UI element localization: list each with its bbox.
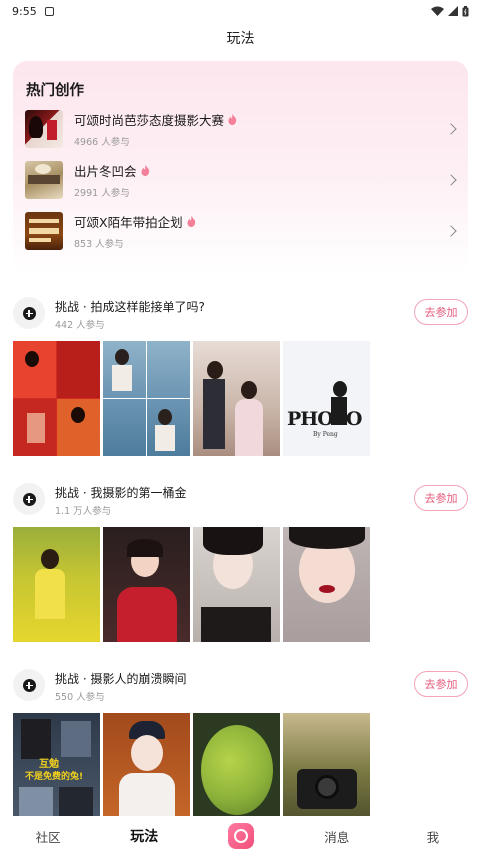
challenge-photo[interactable]: 互勉 不是免费的兔! bbox=[13, 713, 100, 828]
challenge-photo[interactable] bbox=[13, 341, 100, 456]
tab-play[interactable]: 玩法 bbox=[96, 826, 192, 846]
challenge-section: 挑战 · 拍成这样能接单了吗? 442 人参与 去参加 PHOTO By Pen… bbox=[13, 296, 468, 456]
page-title: 玩法 bbox=[226, 31, 255, 47]
photo-overlay-text: PHOTO bbox=[287, 408, 362, 430]
battery-icon bbox=[462, 5, 469, 16]
challenge-add-icon bbox=[13, 669, 45, 701]
hot-creations-title: 热门创作 bbox=[26, 83, 84, 99]
hot-item-thumbnail bbox=[25, 161, 63, 199]
tab-camera[interactable] bbox=[192, 823, 288, 849]
hot-item[interactable]: 可颂X陌年带拍企划 853 人参与 bbox=[25, 211, 457, 251]
challenge-add-icon bbox=[13, 297, 45, 329]
camera-icon bbox=[227, 823, 254, 849]
challenge-photo[interactable] bbox=[103, 341, 190, 456]
tab-me[interactable]: 我 bbox=[385, 827, 481, 846]
flame-icon bbox=[228, 114, 237, 125]
challenge-section: 挑战 · 摄影人的崩溃瞬间 550 人参与 去参加 互勉 不是免费的兔! bbox=[13, 668, 468, 828]
chevron-right-icon bbox=[445, 225, 457, 237]
join-button[interactable]: 去参加 bbox=[414, 671, 468, 697]
challenge-photo[interactable] bbox=[103, 713, 190, 828]
hot-item-thumbnail bbox=[25, 212, 63, 250]
status-icons bbox=[431, 5, 469, 17]
flame-icon bbox=[187, 216, 195, 227]
status-time: 9:55 bbox=[12, 4, 37, 18]
bottom-tab-bar: 社区 玩法 消息 我 bbox=[0, 816, 481, 856]
challenge-photo[interactable] bbox=[283, 527, 370, 642]
hot-item-name: 可颂X陌年带拍企划 bbox=[74, 215, 183, 230]
challenge-photo[interactable]: PHOTO By Peng bbox=[283, 341, 370, 456]
chevron-right-icon bbox=[445, 123, 457, 135]
hot-item-count: 2991 人参与 bbox=[74, 188, 130, 199]
challenge-count: 442 人参与 bbox=[55, 320, 105, 331]
status-bar: 9:55 bbox=[0, 0, 481, 22]
challenge-photo[interactable] bbox=[193, 527, 280, 642]
hot-item-count: 4966 人参与 bbox=[74, 137, 130, 148]
photo-overlay-text: 不是免费的兔! bbox=[25, 772, 84, 782]
hot-item-thumbnail bbox=[25, 110, 63, 148]
hot-item[interactable]: 可颂时尚芭莎态度摄影大赛 4966 人参与 bbox=[25, 109, 457, 149]
tab-messages[interactable]: 消息 bbox=[289, 827, 385, 846]
challenge-count: 1.1 万人参与 bbox=[55, 506, 112, 517]
join-button[interactable]: 去参加 bbox=[414, 299, 468, 325]
tab-community[interactable]: 社区 bbox=[0, 827, 96, 846]
hot-item-name: 出片冬凹会 bbox=[74, 164, 137, 179]
signal-icon bbox=[448, 6, 458, 16]
challenge-count: 550 人参与 bbox=[55, 692, 105, 703]
challenge-photo[interactable] bbox=[13, 527, 100, 642]
hot-item-count: 853 人参与 bbox=[74, 239, 124, 250]
challenge-section: 挑战 · 我摄影的第一桶金 1.1 万人参与 去参加 bbox=[13, 482, 468, 642]
photo-overlay-subtext: By Peng bbox=[313, 431, 338, 438]
hot-item-name: 可颂时尚芭莎态度摄影大赛 bbox=[74, 113, 225, 128]
hot-item[interactable]: 出片冬凹会 2991 人参与 bbox=[25, 160, 457, 200]
challenge-title[interactable]: 挑战 · 拍成这样能接单了吗? bbox=[55, 298, 205, 315]
challenge-photo[interactable] bbox=[283, 713, 370, 828]
notification-icon bbox=[44, 6, 54, 16]
chevron-right-icon bbox=[445, 174, 457, 186]
challenge-title[interactable]: 挑战 · 我摄影的第一桶金 bbox=[55, 484, 186, 501]
hot-creations-card: 热门创作 可颂时尚芭莎态度摄影大赛 4966 人参与 出片冬凹会 2991 人参… bbox=[13, 61, 468, 273]
wifi-icon bbox=[431, 6, 444, 16]
challenge-photo[interactable] bbox=[193, 713, 280, 828]
challenge-photo[interactable] bbox=[103, 527, 190, 642]
challenge-title[interactable]: 挑战 · 摄影人的崩溃瞬间 bbox=[55, 670, 186, 687]
challenge-photo[interactable] bbox=[193, 341, 280, 456]
flame-icon bbox=[141, 165, 149, 176]
photo-overlay-text: 互勉 bbox=[39, 759, 59, 770]
challenge-add-icon bbox=[13, 483, 45, 515]
join-button[interactable]: 去参加 bbox=[414, 485, 468, 511]
